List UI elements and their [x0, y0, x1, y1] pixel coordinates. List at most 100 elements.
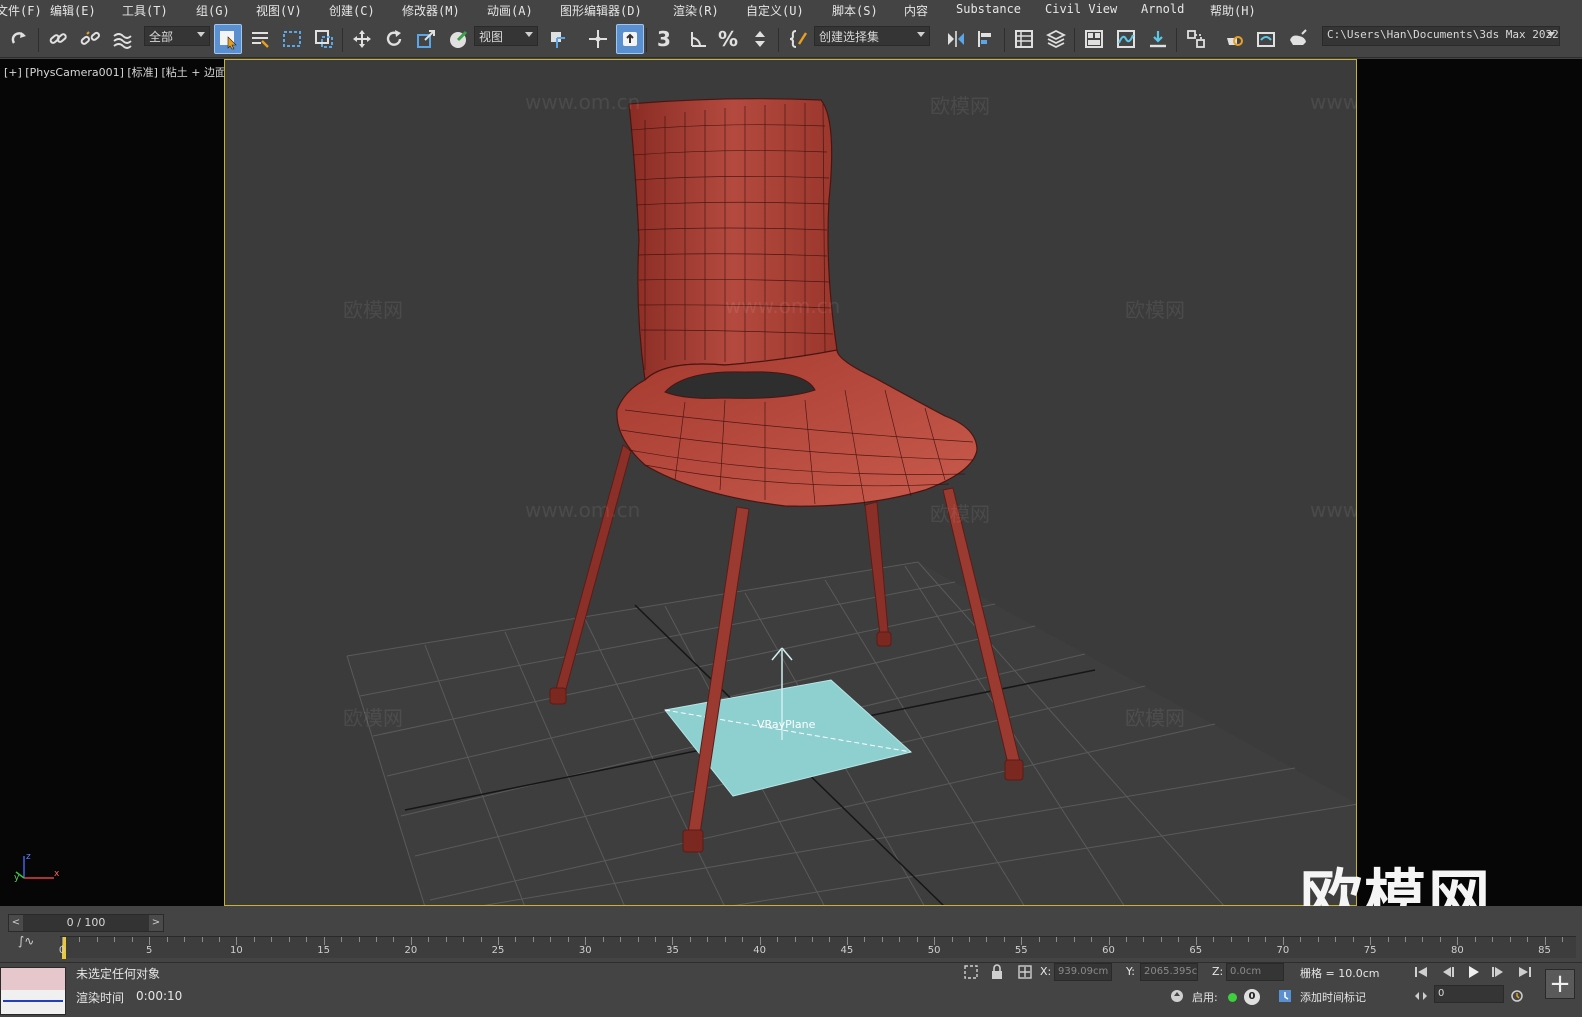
viewport-scene: VRayPlane [346, 98, 1356, 905]
render-production-icon[interactable] [1284, 24, 1312, 54]
layer-explorer-icon[interactable] [1042, 24, 1070, 54]
z-coordinate-field[interactable]: 0.0cm [1226, 963, 1284, 981]
timeline-tick [410, 937, 412, 945]
timeline-tick [149, 937, 151, 945]
toggle-ribbon-icon[interactable] [1080, 24, 1108, 54]
move-icon[interactable] [348, 24, 376, 54]
curve-editor-mini-icon[interactable]: ∫∿ [18, 934, 34, 948]
select-object-icon[interactable] [214, 24, 242, 54]
menu-create[interactable]: 创建(C) [329, 2, 375, 19]
chevron-right-icon[interactable]: > [149, 915, 163, 931]
reference-coordinate-dropdown[interactable]: 视图 [474, 26, 538, 46]
go-to-end-icon[interactable] [1516, 963, 1534, 981]
timeline-tick-label: 50 [927, 945, 941, 956]
timeline-tick [1300, 937, 1302, 942]
select-and-manipulate-icon[interactable] [584, 24, 612, 54]
menu-file[interactable]: 文件(F) [0, 2, 42, 19]
edit-named-selection-icon[interactable] [784, 24, 812, 54]
rotate-icon[interactable] [380, 24, 408, 54]
timeline-tick [306, 937, 308, 942]
angle-snap-icon[interactable] [684, 24, 712, 54]
timeline-tick [131, 937, 133, 942]
menu-scripting[interactable]: 脚本(S) [832, 2, 878, 19]
window-crossing-icon[interactable] [310, 24, 338, 54]
scale-icon[interactable] [412, 24, 440, 54]
chair-back [628, 98, 838, 382]
rendered-frame-window-icon[interactable] [1252, 24, 1280, 54]
previous-frame-icon[interactable] [1438, 963, 1456, 981]
timeline-tick [881, 937, 883, 942]
mirror-icon[interactable] [942, 24, 970, 54]
pivot-point-center-icon[interactable] [544, 24, 572, 54]
snaps-toggle-icon[interactable]: 3 [650, 24, 678, 54]
go-to-start-icon[interactable] [1412, 963, 1430, 981]
select-and-link-icon[interactable] [44, 24, 72, 54]
schematic-view-icon[interactable] [1144, 24, 1172, 54]
isolate-selection-icon[interactable] [962, 963, 980, 981]
menu-substance[interactable]: Substance [956, 2, 1021, 16]
align-icon[interactable] [972, 24, 1000, 54]
menu-customize[interactable]: 自定义(U) [746, 2, 804, 19]
timeline-tick [114, 937, 116, 942]
timeline-track[interactable]: 0 5 10 15 20 25 30 35 40 45 50 55 60 65 70 75 80 85 [59, 936, 1576, 959]
timeline-tick [201, 937, 203, 942]
y-coordinate-field[interactable]: 2065.395c [1140, 963, 1198, 981]
svg-text:y: y [14, 873, 20, 883]
timeline-tick [707, 937, 709, 942]
perspective-viewport[interactable]: VRayPlane 欧模网 www.om.cn 欧模网 www.om.cn 欧模… [224, 59, 1357, 906]
curve-editor-icon[interactable] [1112, 24, 1140, 54]
chevron-left-icon[interactable]: < [9, 915, 23, 931]
maxscript-listener[interactable] [0, 967, 66, 1015]
menu-modifiers[interactable]: 修改器(M) [402, 2, 460, 19]
timeline-tick [1387, 937, 1389, 942]
menu-tools[interactable]: 工具(T) [122, 2, 168, 19]
enabled-indicator-icon [1228, 993, 1237, 1002]
timeline-tick-label: 45 [840, 945, 854, 956]
spinner-snap-icon[interactable] [746, 24, 774, 54]
menu-rendering[interactable]: 渲染(R) [673, 2, 719, 19]
play-icon[interactable] [1464, 963, 1482, 981]
menu-view[interactable]: 视图(V) [256, 2, 302, 19]
menu-arnold[interactable]: Arnold [1141, 2, 1184, 16]
menu-content[interactable]: 内容 [904, 2, 928, 19]
menu-help[interactable]: 帮助(H) [1210, 2, 1256, 19]
key-mode-icon[interactable] [1412, 987, 1430, 1005]
x-coordinate-field[interactable]: 939.09cm [1054, 963, 1112, 981]
timeline-tick [79, 937, 81, 942]
render-setup-icon[interactable] [1220, 24, 1248, 54]
scene-explorer-icon[interactable] [1010, 24, 1038, 54]
redo-icon[interactable] [6, 24, 34, 54]
current-frame-field[interactable]: 0 [1434, 985, 1504, 1003]
viewport-label[interactable]: [+] [PhysCamera001] [标准] [粘土 + 边面] [4, 64, 230, 80]
menu-edit[interactable]: 编辑(E) [50, 2, 96, 19]
unlink-selection-icon[interactable] [76, 24, 104, 54]
selection-lock-icon[interactable] [988, 963, 1006, 981]
svg-text:x: x [54, 869, 60, 879]
selection-status: 未选定任何对象 [76, 967, 161, 981]
rectangular-selection-icon[interactable] [278, 24, 306, 54]
select-by-name-icon[interactable] [246, 24, 274, 54]
add-time-tag-label[interactable]: 添加时间标记 [1300, 989, 1366, 1005]
next-frame-icon[interactable] [1490, 963, 1508, 981]
watermark: 欧模网 [343, 298, 403, 322]
add-icon[interactable]: + [1545, 969, 1575, 999]
absolute-mode-icon[interactable] [1016, 963, 1034, 981]
snaps-toggle-label: 3 [657, 27, 671, 51]
timeline-tick [1439, 937, 1441, 942]
bind-to-space-warp-icon[interactable] [108, 24, 136, 54]
placement-icon[interactable] [444, 24, 472, 54]
material-editor-icon[interactable] [1182, 24, 1210, 54]
menu-graph-editors[interactable]: 图形编辑器(D) [560, 2, 642, 19]
time-configuration-icon[interactable] [1508, 987, 1526, 1005]
time-tag-icon[interactable] [1276, 987, 1294, 1005]
menu-civil-view[interactable]: Civil View [1045, 2, 1117, 16]
time-slider[interactable]: < 0 / 100 > [8, 914, 164, 932]
menu-animation[interactable]: 动画(A) [487, 2, 533, 19]
percent-snap-icon[interactable]: % [714, 24, 742, 54]
menu-group[interactable]: 组(G) [196, 2, 230, 19]
adaptive-degradation-icon[interactable] [1168, 987, 1186, 1005]
named-selection-dropdown[interactable]: 创建选择集 [814, 26, 930, 46]
project-folder-dropdown[interactable]: C:\Users\Han\Documents\3ds Max 2022 [1322, 26, 1560, 46]
keyboard-shortcut-override-icon[interactable] [616, 24, 644, 54]
selection-filter-dropdown[interactable]: 全部 [144, 26, 210, 46]
